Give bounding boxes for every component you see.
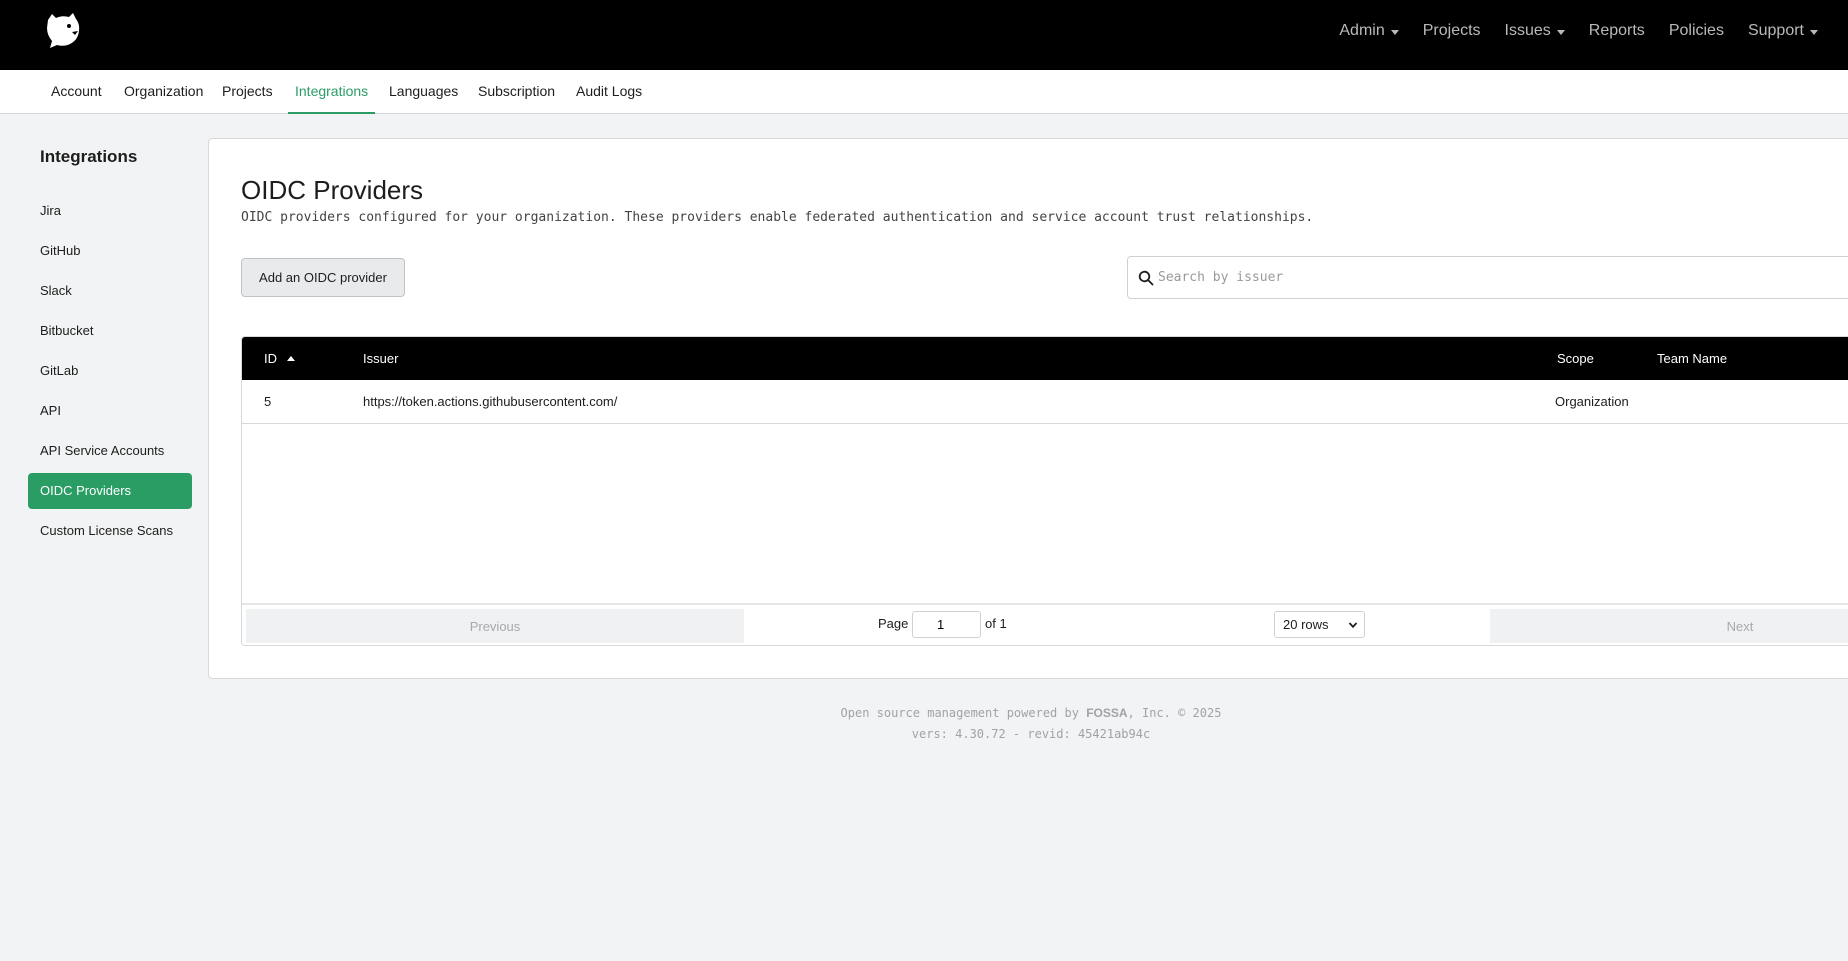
next-page-button[interactable]: Next: [1490, 609, 1848, 643]
column-header-team-name[interactable]: Team Name: [1657, 337, 1727, 380]
rows-per-page-value: 20 rows: [1283, 617, 1329, 632]
sidebar-item-jira[interactable]: Jira: [28, 193, 192, 229]
tab-languages[interactable]: Languages: [389, 70, 458, 114]
oidc-providers-card: OIDC Providers OIDC providers configured…: [208, 138, 1848, 679]
table-header: ID Issuer Scope Team Name: [242, 337, 1848, 380]
search-box: [1127, 256, 1848, 299]
page-total-label: of 1: [985, 616, 1007, 631]
add-oidc-provider-button[interactable]: Add an OIDC provider: [241, 258, 405, 297]
sort-ascending-icon: [287, 356, 295, 361]
tab-audit-logs[interactable]: Audit Logs: [576, 70, 642, 114]
page-label: Page: [878, 616, 909, 631]
tab-integrations[interactable]: Integrations: [288, 70, 376, 114]
sidebar-item-api-service-accounts[interactable]: API Service Accounts: [28, 433, 192, 469]
footer-version: vers: 4.30.72 - revid: 45421ab94c: [911, 727, 1151, 741]
nav-policies-label: Policies: [1668, 22, 1724, 39]
chevron-down-icon: [1390, 29, 1399, 35]
page-number-input[interactable]: [912, 611, 981, 638]
search-input[interactable]: [1158, 257, 1848, 298]
column-header-scope[interactable]: Scope: [1557, 337, 1594, 380]
footer: Open source management powered by FOSSA,…: [0, 703, 1848, 745]
cell-id: 5: [264, 394, 272, 409]
nav-admin-label: Admin: [1339, 22, 1385, 39]
nav-support-label: Support: [1747, 22, 1804, 39]
nav-policies[interactable]: Policies: [1657, 18, 1736, 44]
sidebar-item-oidc-providers[interactable]: OIDC Providers: [28, 473, 192, 509]
nav-reports[interactable]: Reports: [1577, 18, 1657, 44]
nav-reports-label: Reports: [1588, 22, 1645, 39]
settings-tabs: Account Organization Projects Integratio…: [0, 70, 1848, 114]
cell-issuer: https://token.actions.githubusercontent.…: [363, 394, 618, 409]
sidebar-item-github[interactable]: GitHub: [28, 233, 192, 269]
footer-copyright: , Inc. © 2025: [1127, 706, 1222, 720]
page-description: OIDC providers configured for your organ…: [241, 210, 1314, 225]
sidebar-item-bitbucket[interactable]: Bitbucket: [28, 313, 192, 349]
cell-scope: Organization: [1555, 394, 1629, 409]
bear-logo-icon[interactable]: [42, 10, 86, 50]
footer-text: Open source management powered by: [840, 706, 1079, 720]
nav-projects[interactable]: Projects: [1411, 18, 1493, 44]
chevron-down-icon: [1810, 29, 1818, 35]
tab-account[interactable]: Account: [51, 70, 102, 114]
nav-support[interactable]: Support: [1736, 18, 1830, 44]
chevron-down-icon: [1348, 622, 1358, 629]
nav-projects-label: Projects: [1422, 22, 1481, 39]
table-row[interactable]: 5 https://token.actions.githubuserconten…: [242, 380, 1848, 424]
chevron-down-icon: [1556, 29, 1565, 35]
sidebar-item-custom-license-scans[interactable]: Custom License Scans: [28, 513, 192, 549]
sidebar-title: Integrations: [40, 147, 138, 166]
sidebar-item-slack[interactable]: Slack: [28, 273, 192, 309]
nav-issues[interactable]: Issues: [1493, 18, 1577, 44]
oidc-providers-table: ID Issuer Scope Team Name 5 https://toke…: [241, 336, 1848, 646]
column-header-id[interactable]: ID: [264, 337, 295, 380]
search-icon: [1138, 270, 1154, 286]
page-title: OIDC Providers: [241, 175, 424, 205]
tab-organization[interactable]: Organization: [124, 70, 203, 114]
column-header-issuer[interactable]: Issuer: [363, 337, 398, 380]
tab-projects[interactable]: Projects: [222, 70, 273, 114]
nav-admin[interactable]: Admin: [1327, 18, 1410, 44]
column-header-id-label: ID: [264, 351, 277, 366]
tab-subscription[interactable]: Subscription: [478, 70, 555, 114]
nav-issues-label: Issues: [1504, 22, 1551, 39]
pagination: Previous Page of 1 20 rows Next: [242, 603, 1848, 645]
previous-page-button[interactable]: Previous: [246, 609, 744, 643]
top-nav-menu: Admin Projects Issues Reports Policies S…: [1327, 18, 1830, 44]
sidebar-item-api[interactable]: API: [28, 393, 192, 429]
fossa-brand-link[interactable]: FOSSA: [1086, 706, 1127, 720]
sidebar-item-gitlab[interactable]: GitLab: [28, 353, 192, 389]
footer-powered-by: Open source management powered by FOSSA,…: [0, 703, 1848, 724]
rows-per-page-select[interactable]: 20 rows: [1274, 611, 1365, 638]
top-navbar: Admin Projects Issues Reports Policies S…: [0, 0, 1848, 70]
